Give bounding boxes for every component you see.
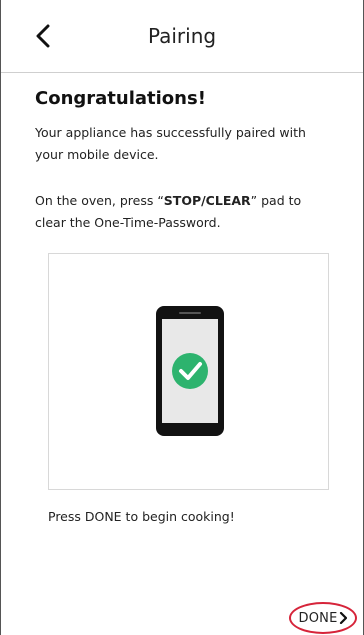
instruction-key: STOP/CLEAR: [163, 193, 251, 208]
done-hint: Press DONE to begin cooking!: [48, 509, 235, 524]
done-button[interactable]: DONE: [289, 602, 357, 634]
header-bar: Pairing: [1, 0, 363, 73]
illustration-frame: [48, 253, 329, 490]
instruction-prefix: On the oven, press “: [35, 193, 164, 208]
phone-check-icon: [156, 306, 224, 436]
chevron-right-icon: [339, 612, 348, 624]
done-label: DONE: [298, 610, 338, 626]
success-message: Your appliance has successfully paired w…: [35, 125, 306, 162]
congrats-heading: Congratulations!: [35, 88, 206, 109]
instruction-message: On the oven, press “STOP/CLEAR” pad to c…: [35, 190, 335, 234]
page-title: Pairing: [147, 24, 217, 48]
pairing-screen: Pairing Congratulations! Your appliance …: [0, 0, 364, 635]
